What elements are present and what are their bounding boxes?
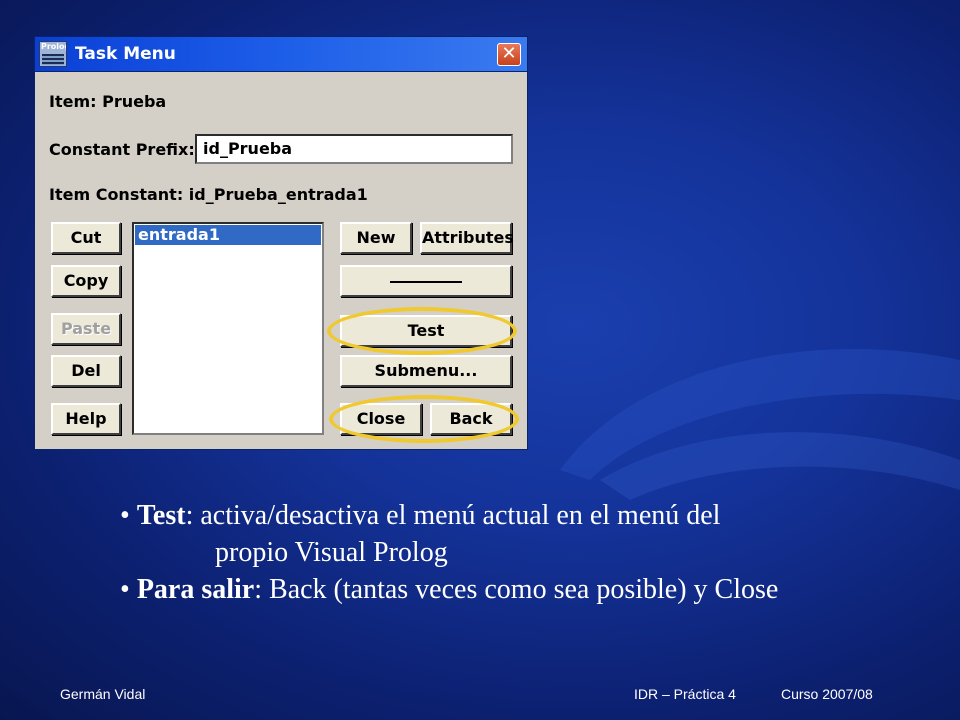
bullet-test-continuation: propio Visual Prolog [215, 537, 448, 568]
bullet-test: • Test: activa/desactiva el menú actual … [120, 500, 721, 531]
bullet-exit: • Para salir: Back (tantas veces como se… [120, 574, 779, 605]
title-bar[interactable]: Prolog Task Menu ✕ [35, 37, 527, 72]
separator-button[interactable] [340, 265, 512, 297]
bullet-exit-bold: Para salir [136, 574, 255, 605]
help-button[interactable]: Help [51, 403, 121, 435]
new-button[interactable]: New [340, 222, 412, 254]
list-item[interactable]: entrada1 [135, 225, 321, 245]
task-menu-dialog: Prolog Task Menu ✕ Item: Prueba Constant… [34, 36, 528, 450]
footer-course: IDR – Práctica 4 [634, 686, 736, 702]
menu-items-list[interactable]: entrada1 [132, 222, 324, 435]
attributes-button[interactable]: Attributes [420, 222, 514, 254]
bullet-test-bold: Test [136, 500, 186, 531]
test-highlight-ring [327, 307, 517, 355]
bullet-text: • Test: activa/desactiva el menú actual … [120, 497, 778, 608]
bullet-test-rest: : activa/desactiva el menú actual en el … [185, 500, 721, 531]
copy-button[interactable]: Copy [51, 265, 121, 297]
app-icon-text: Prolog [41, 42, 66, 51]
footer-author: Germán Vidal [60, 686, 146, 702]
paste-button[interactable]: Paste [51, 313, 121, 345]
prolog-app-icon: Prolog [39, 41, 67, 67]
constant-prefix-input[interactable]: id_Prueba [195, 134, 513, 164]
footer-year: Curso 2007/08 [781, 686, 873, 702]
separator-line-icon [390, 281, 462, 283]
dialog-title: Task Menu [75, 44, 176, 64]
submenu-button[interactable]: Submenu... [340, 355, 512, 387]
del-button[interactable]: Del [51, 355, 121, 387]
close-back-highlight-ring [329, 395, 519, 443]
item-label: Item: Prueba [49, 92, 167, 111]
constant-prefix-label: Constant Prefix: [49, 140, 195, 159]
close-window-icon[interactable]: ✕ [497, 43, 521, 66]
cut-button[interactable]: Cut [51, 222, 121, 254]
item-constant-label: Item Constant: id_Prueba_entrada1 [49, 185, 368, 204]
bullet-exit-rest: : Back (tantas veces como sea posible) y… [254, 574, 779, 605]
